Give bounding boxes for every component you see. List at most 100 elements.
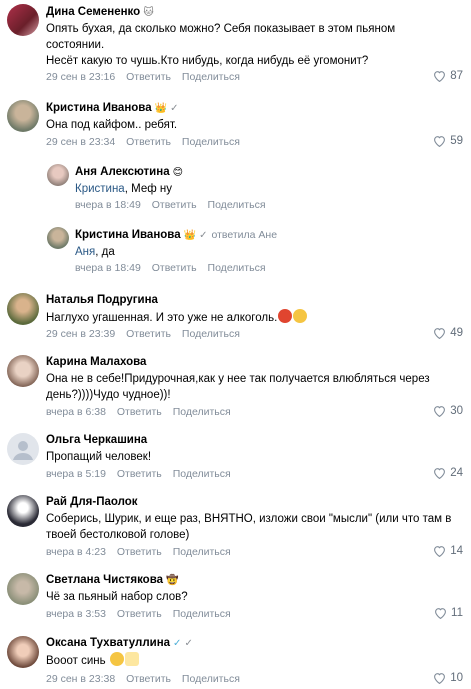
comment-text: Аня, да bbox=[75, 246, 115, 258]
comment-date[interactable]: 29 сен в 23:39 bbox=[46, 328, 115, 340]
comment-text: Соберись, Шурик, и еще раз, ВНЯТНО, изло… bbox=[46, 513, 452, 541]
reply-button[interactable]: Ответить bbox=[126, 328, 171, 340]
comment-text: Опять бухая, да сколько можно? Себя пока… bbox=[46, 23, 396, 67]
share-button[interactable]: Поделиться bbox=[182, 71, 240, 83]
comment-date[interactable]: вчера в 4:23 bbox=[46, 546, 106, 558]
like-button[interactable]: 30 bbox=[433, 405, 463, 417]
angry-emoji-icon bbox=[278, 309, 293, 323]
comment-date[interactable]: вчера в 18:49 bbox=[75, 262, 141, 274]
like-button[interactable]: 87 bbox=[433, 70, 463, 82]
comment-meta: 29 сен в 23:34 Ответить Поделиться bbox=[46, 136, 248, 148]
like-count: 24 bbox=[450, 467, 463, 479]
share-button[interactable]: Поделиться bbox=[173, 608, 231, 620]
comment-text: Она не в себе!Придурочная,как у нее так … bbox=[46, 373, 430, 401]
check-icon: ✓ bbox=[199, 230, 208, 241]
comment-author[interactable]: Дина Семененко 🐱 bbox=[46, 6, 154, 18]
comment-author[interactable]: Светлана Чистякова 🤠 bbox=[46, 574, 178, 586]
share-button[interactable]: Поделиться bbox=[173, 406, 231, 418]
avatar[interactable] bbox=[7, 293, 39, 325]
comment-meta: вчера в 18:49 Ответить Поделиться bbox=[75, 199, 274, 211]
crown-badge-icon: 👑 bbox=[154, 103, 168, 114]
reply-button[interactable]: Ответить bbox=[117, 546, 162, 558]
avatar[interactable] bbox=[7, 495, 39, 527]
comment-author[interactable]: Ольга Черкашина bbox=[46, 434, 147, 446]
sparkle-badge-icon: ✓ bbox=[173, 638, 182, 649]
reply-button[interactable]: Ответить bbox=[117, 406, 162, 418]
comment-author[interactable]: Оксана Тухватуллина ✓ ✓ bbox=[46, 637, 193, 649]
reply-button[interactable]: Ответить bbox=[152, 262, 197, 274]
comment-author[interactable]: Карина Малахова bbox=[46, 356, 146, 368]
share-button[interactable]: Поделиться bbox=[182, 328, 240, 340]
like-count: 14 bbox=[450, 545, 463, 557]
like-count: 30 bbox=[450, 405, 463, 417]
like-button[interactable]: 59 bbox=[433, 135, 463, 147]
mention-link[interactable]: Аня bbox=[75, 246, 95, 258]
comment-text: Кристина, Меф ну bbox=[75, 183, 172, 195]
cowboy-badge-icon: 🤠 bbox=[166, 575, 179, 586]
avatar[interactable] bbox=[47, 164, 69, 186]
comment-author[interactable]: Кристина Иванова 👑 ✓ ответила Ане bbox=[75, 229, 277, 241]
comment-date[interactable]: вчера в 18:49 bbox=[75, 199, 141, 211]
avatar[interactable] bbox=[7, 355, 39, 387]
comment-meta: вчера в 6:38 Ответить Поделиться bbox=[46, 406, 239, 418]
comment-date[interactable]: 29 сен в 23:38 bbox=[46, 673, 115, 685]
check-icon: ✓ bbox=[170, 103, 179, 114]
share-button[interactable]: Поделиться bbox=[173, 468, 231, 480]
like-button[interactable]: 24 bbox=[433, 467, 463, 479]
reply-button[interactable]: Ответить bbox=[126, 71, 171, 83]
reply-button[interactable]: Ответить bbox=[117, 608, 162, 620]
comment-date[interactable]: 29 сен в 23:16 bbox=[46, 71, 115, 83]
comment-meta: вчера в 18:49 Ответить Поделиться bbox=[75, 262, 274, 274]
avatar[interactable] bbox=[7, 4, 39, 36]
comment-author[interactable]: Кристина Иванова 👑 ✓ bbox=[46, 102, 178, 114]
shocked-emoji-icon bbox=[109, 652, 124, 666]
avatar[interactable] bbox=[7, 573, 39, 605]
avatar[interactable] bbox=[7, 433, 39, 465]
share-button[interactable]: Поделиться bbox=[208, 199, 266, 211]
share-button[interactable]: Поделиться bbox=[182, 136, 240, 148]
share-button[interactable]: Поделиться bbox=[208, 262, 266, 274]
comment-date[interactable]: вчера в 3:53 bbox=[46, 608, 106, 620]
avatar[interactable] bbox=[7, 636, 39, 668]
heart-icon bbox=[434, 71, 446, 82]
comment-meta: 29 сен в 23:16 Ответить Поделиться bbox=[46, 71, 248, 83]
crown-badge-icon: 👑 bbox=[183, 230, 197, 241]
heart-icon bbox=[434, 328, 446, 339]
comment-author[interactable]: Наталья Подругина bbox=[46, 294, 158, 306]
heart-icon bbox=[434, 136, 446, 147]
like-button[interactable]: 49 bbox=[433, 327, 463, 339]
reply-button[interactable]: Ответить bbox=[126, 673, 171, 685]
avatar[interactable] bbox=[7, 100, 39, 132]
heart-icon bbox=[435, 608, 446, 619]
comment-text: Вооот синь bbox=[46, 652, 139, 669]
avatar[interactable] bbox=[47, 227, 69, 249]
like-count: 10 bbox=[450, 672, 463, 684]
comment-author[interactable]: Аня Алексютина 😊 bbox=[75, 166, 183, 178]
like-count: 87 bbox=[450, 70, 463, 82]
comet-emoji-icon bbox=[124, 652, 139, 666]
comment-text: Она под кайфом.. ребят. bbox=[46, 119, 178, 131]
like-button[interactable]: 14 bbox=[433, 545, 463, 557]
comment-date[interactable]: вчера в 6:38 bbox=[46, 406, 106, 418]
comment-author[interactable]: Рай Для-Паолок bbox=[46, 496, 138, 508]
heart-icon bbox=[434, 546, 446, 557]
share-button[interactable]: Поделиться bbox=[173, 546, 231, 558]
comment-date[interactable]: вчера в 5:19 bbox=[46, 468, 106, 480]
like-button[interactable]: 10 bbox=[433, 672, 463, 684]
reply-button[interactable]: Ответить bbox=[126, 136, 171, 148]
reply-button[interactable]: Ответить bbox=[117, 468, 162, 480]
like-button[interactable]: 11 bbox=[434, 607, 463, 619]
reply-button[interactable]: Ответить bbox=[152, 199, 197, 211]
comment-meta: вчера в 3:53 Ответить Поделиться bbox=[46, 608, 239, 620]
like-count: 59 bbox=[450, 135, 463, 147]
comment-meta: 29 сен в 23:38 Ответить Поделиться bbox=[46, 673, 248, 685]
like-count: 11 bbox=[451, 607, 463, 619]
share-button[interactable]: Поделиться bbox=[182, 673, 240, 685]
check-icon: ✓ bbox=[184, 638, 193, 649]
comment-meta: вчера в 5:19 Ответить Поделиться bbox=[46, 468, 239, 480]
heart-icon bbox=[434, 468, 446, 479]
mention-link[interactable]: Кристина bbox=[75, 183, 125, 195]
reply-to-link[interactable]: ответила Ане bbox=[211, 229, 277, 241]
heart-icon bbox=[434, 406, 446, 417]
comment-date[interactable]: 29 сен в 23:34 bbox=[46, 136, 115, 148]
